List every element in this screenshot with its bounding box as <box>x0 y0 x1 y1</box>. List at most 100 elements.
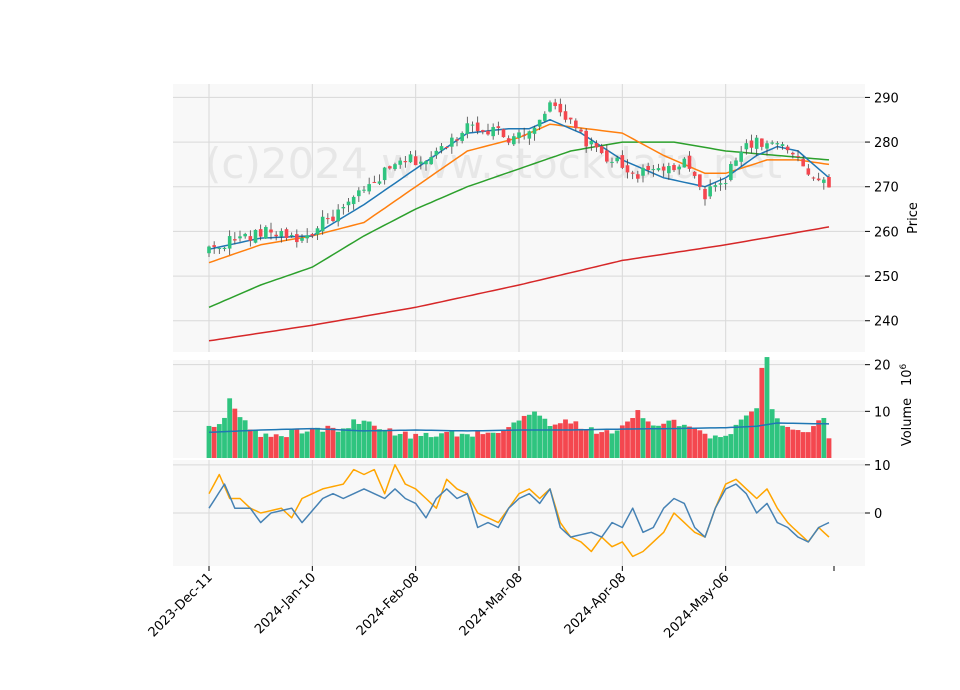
price-axis-label: Price <box>906 202 921 234</box>
volume-bar <box>619 425 625 458</box>
volume-bar <box>759 367 765 458</box>
volume-tick-label: 10 <box>874 405 891 420</box>
volume-bar <box>340 428 346 458</box>
oscillator-tick-label: 10 <box>874 459 891 474</box>
candle-body <box>594 143 599 148</box>
candle-body <box>212 245 216 247</box>
volume-bar <box>309 428 315 458</box>
candle-body <box>698 174 702 187</box>
candle-body <box>512 136 516 145</box>
volume-bar <box>387 428 393 458</box>
volume-bar <box>351 419 357 458</box>
volume-bar <box>650 425 656 458</box>
candle-body <box>718 183 723 185</box>
volume-bar <box>330 427 336 458</box>
volume-bar <box>247 429 253 458</box>
date-x-axis: 2023-Dec-11 2024-Jan-10 2024-Feb-08 2024-Ma… <box>146 566 835 641</box>
price-tick-label: 290 <box>874 91 899 106</box>
candle-body <box>336 209 340 222</box>
candle-body <box>269 229 273 233</box>
volume-bar <box>702 433 708 458</box>
candle-body <box>816 178 821 181</box>
volume-bar <box>718 437 723 458</box>
volume-bar <box>490 432 496 458</box>
volume-tick-label: 20 <box>874 359 891 374</box>
candle-body <box>284 229 289 239</box>
candle-body <box>791 152 795 155</box>
volume-bar <box>594 433 599 458</box>
volume-bar <box>320 431 326 458</box>
volume-bar <box>506 427 512 458</box>
candle-body <box>651 169 656 171</box>
volume-bar <box>382 430 388 458</box>
volume-bar <box>470 436 475 458</box>
volume-bar <box>780 425 785 458</box>
volume-bar <box>532 411 537 458</box>
volume-bar <box>273 434 279 458</box>
price-tick-label: 240 <box>874 315 899 330</box>
candle-body <box>537 119 542 127</box>
candle-body <box>739 151 743 162</box>
volume-bar <box>516 420 522 458</box>
candle-body <box>305 235 309 239</box>
candle-body <box>367 184 371 192</box>
volume-bar <box>227 398 233 458</box>
candle-body <box>408 154 413 163</box>
volume-bar <box>687 426 692 458</box>
candle-body <box>620 155 625 168</box>
volume-bar <box>325 425 331 458</box>
volume-bar <box>743 415 749 458</box>
volume-bar <box>645 421 651 458</box>
volume-bar <box>563 419 568 458</box>
volume-bar <box>402 431 408 458</box>
volume-bar <box>666 420 672 458</box>
candle-body <box>310 234 315 236</box>
volume-bar <box>278 436 284 458</box>
candle-body <box>496 126 501 128</box>
candle-body <box>563 111 568 120</box>
volume-bar <box>299 433 305 458</box>
volume-bar <box>377 429 382 458</box>
volume-bar <box>728 434 734 458</box>
oscillator-panel: 0 10 <box>173 459 891 566</box>
candle-body <box>455 139 459 141</box>
candle-body <box>661 166 666 171</box>
volume-bar <box>754 408 760 458</box>
volume-bar <box>361 420 367 458</box>
volume-bar <box>335 431 341 458</box>
volume-bar <box>738 419 744 458</box>
candle-body <box>785 146 790 151</box>
candle-body <box>233 239 237 241</box>
candle-body <box>377 181 382 184</box>
volume-bar <box>816 420 822 458</box>
volume-bar <box>723 435 729 458</box>
price-panel: (c)2024 www.stockdata.net 24025026027028… <box>173 84 921 352</box>
volume-bar <box>769 409 775 458</box>
volume-bar <box>216 424 222 458</box>
volume-bar <box>284 437 289 458</box>
candle-body <box>692 171 697 176</box>
candle-body <box>207 246 211 254</box>
candle-body <box>243 233 247 237</box>
volume-axis-label: Volume <box>900 398 915 446</box>
candle-body <box>734 160 738 166</box>
candle-body <box>574 120 578 129</box>
candle-body <box>625 165 630 173</box>
volume-bar <box>609 433 615 458</box>
candle-body <box>770 142 774 144</box>
candle-body <box>605 150 609 162</box>
candle-body <box>315 228 320 235</box>
candle-body <box>320 216 325 232</box>
candle-body <box>801 159 805 167</box>
volume-y-axis: 10 20 <box>865 359 891 420</box>
price-tick-label: 260 <box>874 225 899 240</box>
candle-body <box>481 130 485 132</box>
candle-body <box>470 124 475 126</box>
volume-bar <box>733 424 739 458</box>
candle-body <box>708 186 712 197</box>
volume-bar <box>242 420 248 458</box>
candle-body <box>491 127 495 137</box>
volume-bar <box>366 421 372 458</box>
candle-body <box>517 132 521 139</box>
candle-body <box>439 146 444 151</box>
